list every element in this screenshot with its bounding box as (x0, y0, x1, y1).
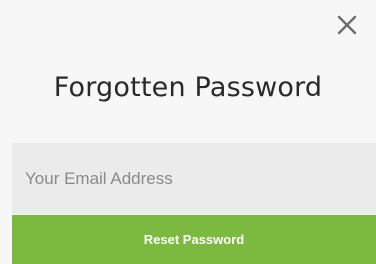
close-button[interactable] (334, 12, 360, 38)
email-field[interactable] (12, 143, 376, 214)
close-icon (337, 15, 357, 35)
modal-title: Forgotten Password (53, 72, 323, 103)
forgot-password-modal: Forgotten Password Reset Password (0, 0, 376, 264)
reset-password-button[interactable]: Reset Password (12, 215, 376, 264)
